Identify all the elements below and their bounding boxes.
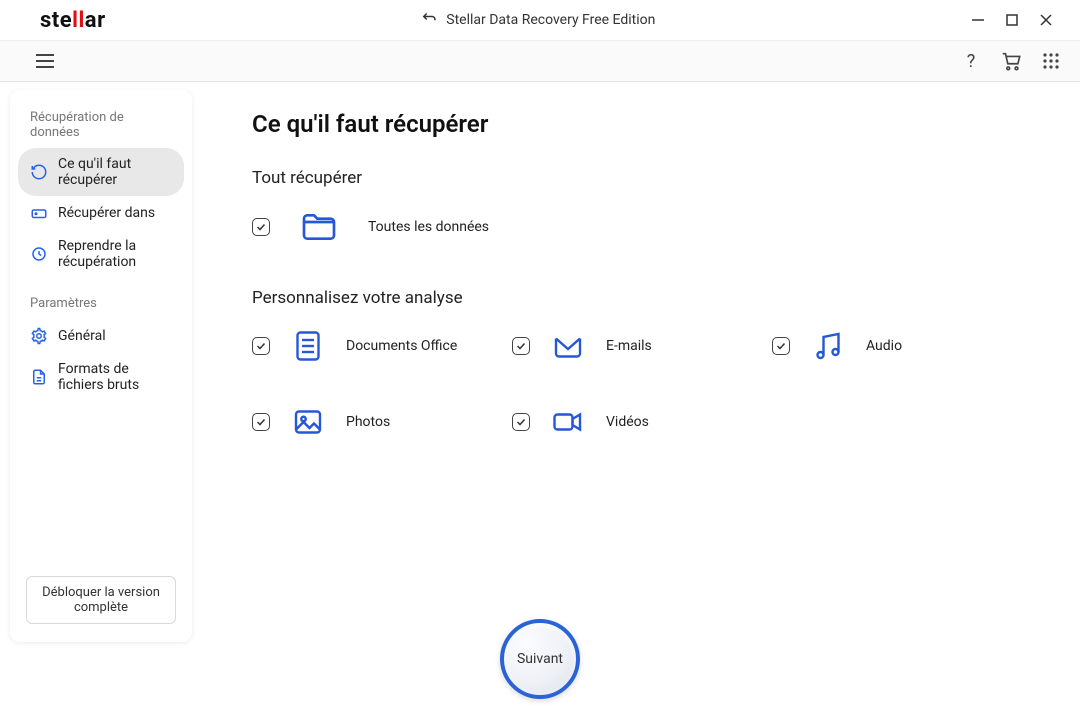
section-recover-all: Tout récupérer bbox=[252, 168, 1022, 188]
option-label: Toutes les données bbox=[368, 219, 489, 235]
document-icon bbox=[288, 326, 328, 366]
app-window: stellar Stellar Data Recovery Free Editi… bbox=[0, 0, 1080, 711]
option-label: Documents Office bbox=[346, 338, 457, 354]
maximize-button[interactable] bbox=[1004, 12, 1020, 28]
main-panel: Ce qu'il faut récupérer Tout récupérer T… bbox=[192, 82, 1062, 693]
sidebar-item-label: Ce qu'il faut récupérer bbox=[58, 156, 172, 188]
checkbox-emails[interactable] bbox=[512, 337, 530, 355]
checkbox-all-data[interactable] bbox=[252, 218, 270, 236]
image-icon bbox=[288, 402, 328, 442]
option-label: E-mails bbox=[606, 338, 652, 354]
option-label: Audio bbox=[866, 338, 902, 354]
sidebar-item-general[interactable]: Général bbox=[18, 319, 184, 353]
checkbox-documents[interactable] bbox=[252, 337, 270, 355]
checkbox-photos[interactable] bbox=[252, 413, 270, 431]
brand-post: ar bbox=[85, 8, 106, 33]
brand-mid: ll bbox=[72, 8, 85, 33]
sidebar-item-label: Formats de fichiers bruts bbox=[58, 361, 172, 393]
next-button[interactable]: Suivant bbox=[500, 619, 580, 699]
sidebar-item-what-to-recover[interactable]: Ce qu'il faut récupérer bbox=[18, 148, 184, 196]
titlebar: stellar Stellar Data Recovery Free Editi… bbox=[0, 0, 1080, 40]
sidebar-item-resume-recovery[interactable]: Reprendre la récupération bbox=[18, 230, 184, 278]
sidebar-item-recover-from[interactable]: Récupérer dans bbox=[18, 196, 184, 230]
window-title-area: Stellar Data Recovery Free Edition bbox=[106, 9, 970, 31]
file-icon bbox=[30, 368, 48, 386]
checkbox-videos[interactable] bbox=[512, 413, 530, 431]
brand-pre: ste bbox=[40, 8, 72, 33]
body: Récupération de données Ce qu'il faut ré… bbox=[0, 82, 1080, 711]
video-icon bbox=[548, 402, 588, 442]
window-title: Stellar Data Recovery Free Edition bbox=[446, 12, 655, 28]
option-audio: Audio bbox=[772, 326, 1022, 366]
sidebar-item-label: Général bbox=[58, 328, 106, 344]
drive-icon bbox=[30, 204, 48, 222]
gear-icon bbox=[30, 327, 48, 345]
cart-icon[interactable] bbox=[1000, 50, 1022, 72]
restore-icon bbox=[30, 163, 48, 181]
page-title: Ce qu'il faut récupérer bbox=[252, 110, 1022, 138]
clock-icon bbox=[30, 245, 48, 263]
close-button[interactable] bbox=[1038, 12, 1054, 28]
mail-icon bbox=[548, 326, 588, 366]
help-icon[interactable]: ? bbox=[960, 50, 982, 72]
sidebar-item-label: Récupérer dans bbox=[58, 205, 155, 221]
brand-logo: stellar bbox=[40, 8, 106, 33]
option-documents: Documents Office bbox=[252, 326, 502, 366]
sidebar-section-settings: Paramètres bbox=[18, 290, 184, 319]
option-label: Vidéos bbox=[606, 414, 649, 430]
music-icon bbox=[808, 326, 848, 366]
minimize-button[interactable] bbox=[970, 12, 986, 28]
option-all-data: Toutes les données bbox=[252, 206, 1022, 248]
sidebar-section-recovery: Récupération de données bbox=[18, 104, 184, 148]
option-label: Photos bbox=[346, 414, 390, 430]
section-customize: Personnalisez votre analyse bbox=[252, 288, 1022, 308]
unlock-full-version-button[interactable]: Débloquer la version complète bbox=[26, 576, 176, 624]
folder-icon bbox=[298, 206, 340, 248]
toolbar: ? bbox=[0, 40, 1080, 82]
option-videos: Vidéos bbox=[512, 402, 762, 442]
toolbar-icons: ? bbox=[960, 50, 1062, 72]
sidebar-item-label: Reprendre la récupération bbox=[58, 238, 172, 270]
window-controls bbox=[970, 12, 1054, 28]
option-photos: Photos bbox=[252, 402, 502, 442]
category-grid: Documents Office E-mails Audio bbox=[252, 326, 1022, 442]
menu-button[interactable] bbox=[36, 49, 60, 73]
option-emails: E-mails bbox=[512, 326, 762, 366]
sidebar-item-raw-formats[interactable]: Formats de fichiers bruts bbox=[18, 353, 184, 401]
apps-grid-icon[interactable] bbox=[1040, 50, 1062, 72]
sidebar: Récupération de données Ce qu'il faut ré… bbox=[10, 90, 192, 642]
back-icon[interactable] bbox=[420, 9, 438, 31]
checkbox-audio[interactable] bbox=[772, 337, 790, 355]
next-button-label: Suivant bbox=[517, 651, 563, 667]
